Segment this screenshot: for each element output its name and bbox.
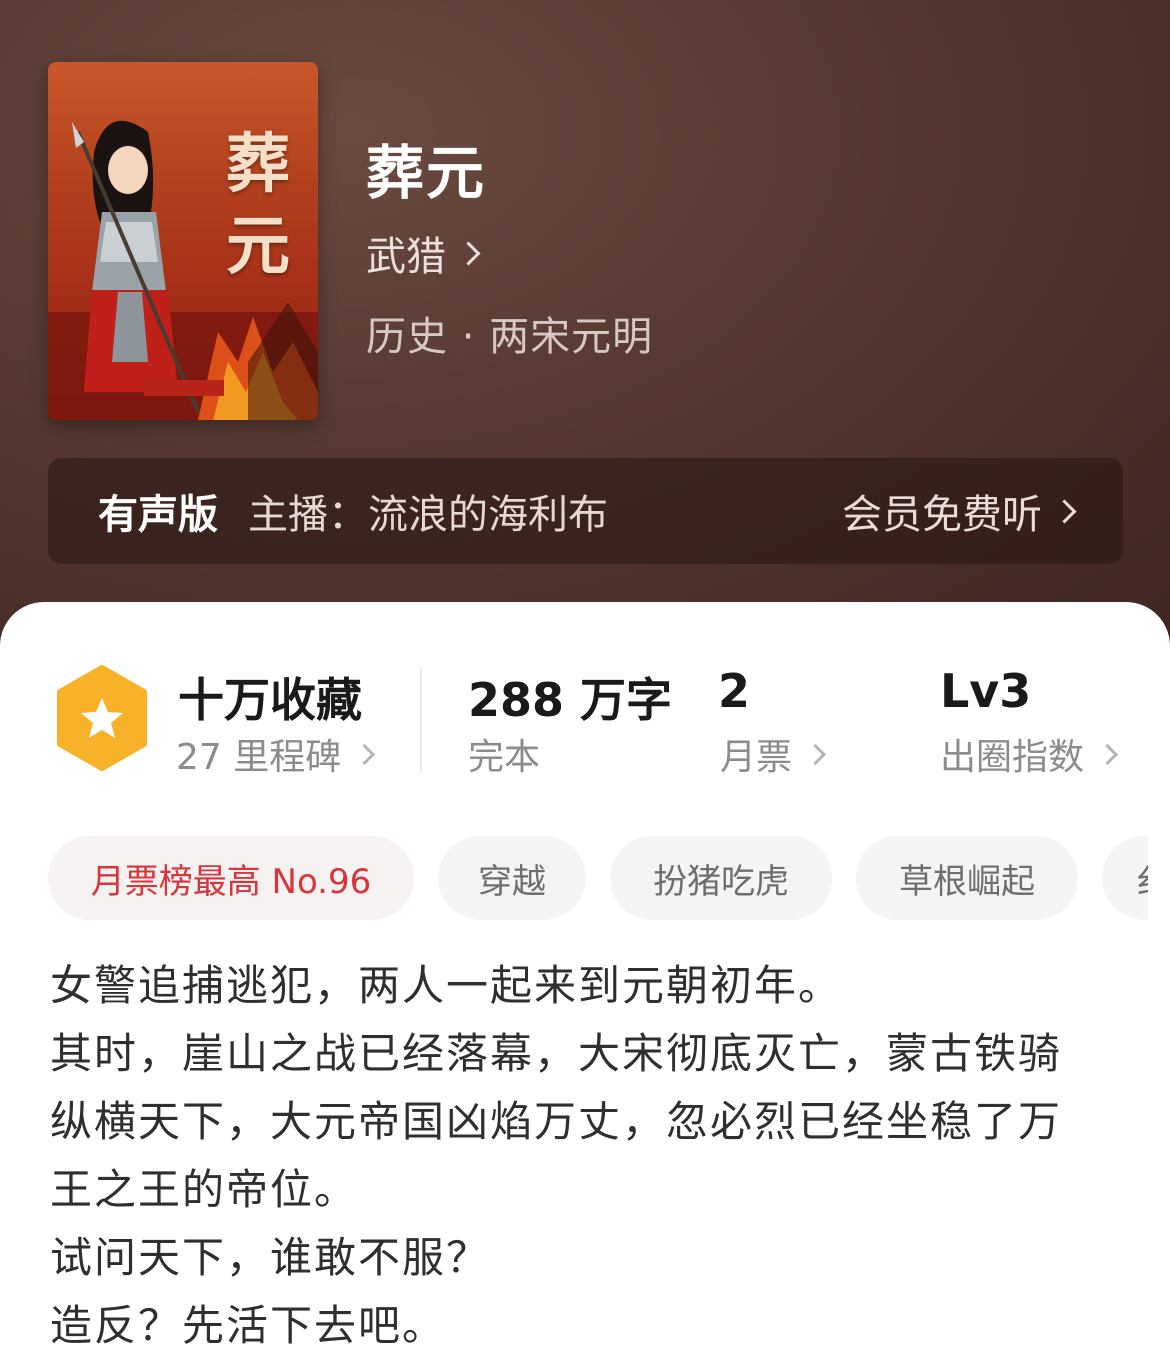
tag-item[interactable]: 扮猪吃虎 bbox=[610, 836, 832, 920]
popularity-index-link[interactable]: 出圈指数 bbox=[940, 728, 1119, 780]
collect-count: 十万收藏 bbox=[178, 673, 362, 727]
star-badge-icon bbox=[57, 665, 147, 771]
chevron-right-icon bbox=[1096, 743, 1119, 765]
book-header: 葬元 葬元 武猎 历史 · 两宋元明 有声版 主播：流浪的海利布 会员免费听 bbox=[0, 0, 1170, 660]
popularity-level: Lv3 bbox=[940, 664, 1032, 718]
description-line: 王之王的帝位。 bbox=[50, 1165, 359, 1214]
audio-label: 有声版 bbox=[98, 492, 218, 538]
monthly-ticket-link[interactable]: 月票 bbox=[720, 728, 827, 780]
book-genre: 历史 · 两宋元明 bbox=[366, 314, 654, 360]
description-line: 其时，崖山之战已经落幕，大宋彻底灭亡，蒙古铁骑 bbox=[50, 1029, 1063, 1078]
milestone-text: 27 里程碑 bbox=[176, 737, 342, 778]
popularity-index-label: 出圈指数 bbox=[940, 737, 1085, 778]
tag-item[interactable]: 纟 bbox=[1102, 836, 1148, 920]
completion-status: 完本 bbox=[468, 737, 541, 778]
milestone-link[interactable]: 27 里程碑 bbox=[176, 728, 376, 780]
author-name: 武猎 bbox=[366, 234, 446, 280]
description-line: 女警追捕逃犯，两人一起来到元朝初年。 bbox=[50, 961, 843, 1010]
description-line: 纵横天下，大元帝国凶焰万丈，忽必烈已经坐稳了万 bbox=[50, 1097, 1063, 1146]
monthly-ticket-label: 月票 bbox=[720, 737, 793, 778]
book-cover[interactable]: 葬元 bbox=[48, 62, 318, 420]
stat-divider bbox=[420, 668, 422, 772]
audio-version-bar[interactable]: 有声版 主播：流浪的海利布 会员免费听 bbox=[48, 458, 1123, 564]
chevron-right-icon bbox=[354, 743, 376, 765]
description-line: 试问天下，谁敢不服？ bbox=[50, 1233, 491, 1282]
book-description: 女警追捕逃犯，两人一起来到元朝初年。 其时，崖山之战已经落幕，大宋彻底灭亡，蒙古… bbox=[50, 952, 1130, 1360]
book-title: 葬元 bbox=[366, 139, 487, 207]
tag-item[interactable]: 草根崛起 bbox=[856, 836, 1078, 920]
vip-listen-link[interactable]: 会员免费听 bbox=[842, 482, 1077, 540]
tag-rank[interactable]: 月票榜最高 No.96 bbox=[48, 836, 414, 920]
cover-title-text: 葬元 bbox=[226, 127, 290, 284]
vip-listen-text: 会员免费听 bbox=[842, 492, 1042, 538]
chevron-right-icon bbox=[804, 743, 827, 765]
monthly-ticket-count: 2 bbox=[718, 664, 751, 718]
description-line: 造反？先活下去吧。 bbox=[50, 1301, 447, 1350]
word-count: 288 万字 bbox=[468, 673, 673, 727]
audio-host: 主播：流浪的海利布 bbox=[248, 492, 608, 538]
chevron-right-icon bbox=[1052, 498, 1077, 524]
tag-list: 月票榜最高 No.96 穿越 扮猪吃虎 草根崛起 纟 bbox=[48, 836, 1148, 920]
author-link[interactable]: 武猎 bbox=[366, 224, 481, 282]
tag-item[interactable]: 穿越 bbox=[438, 836, 586, 920]
chevron-right-icon bbox=[456, 240, 481, 266]
